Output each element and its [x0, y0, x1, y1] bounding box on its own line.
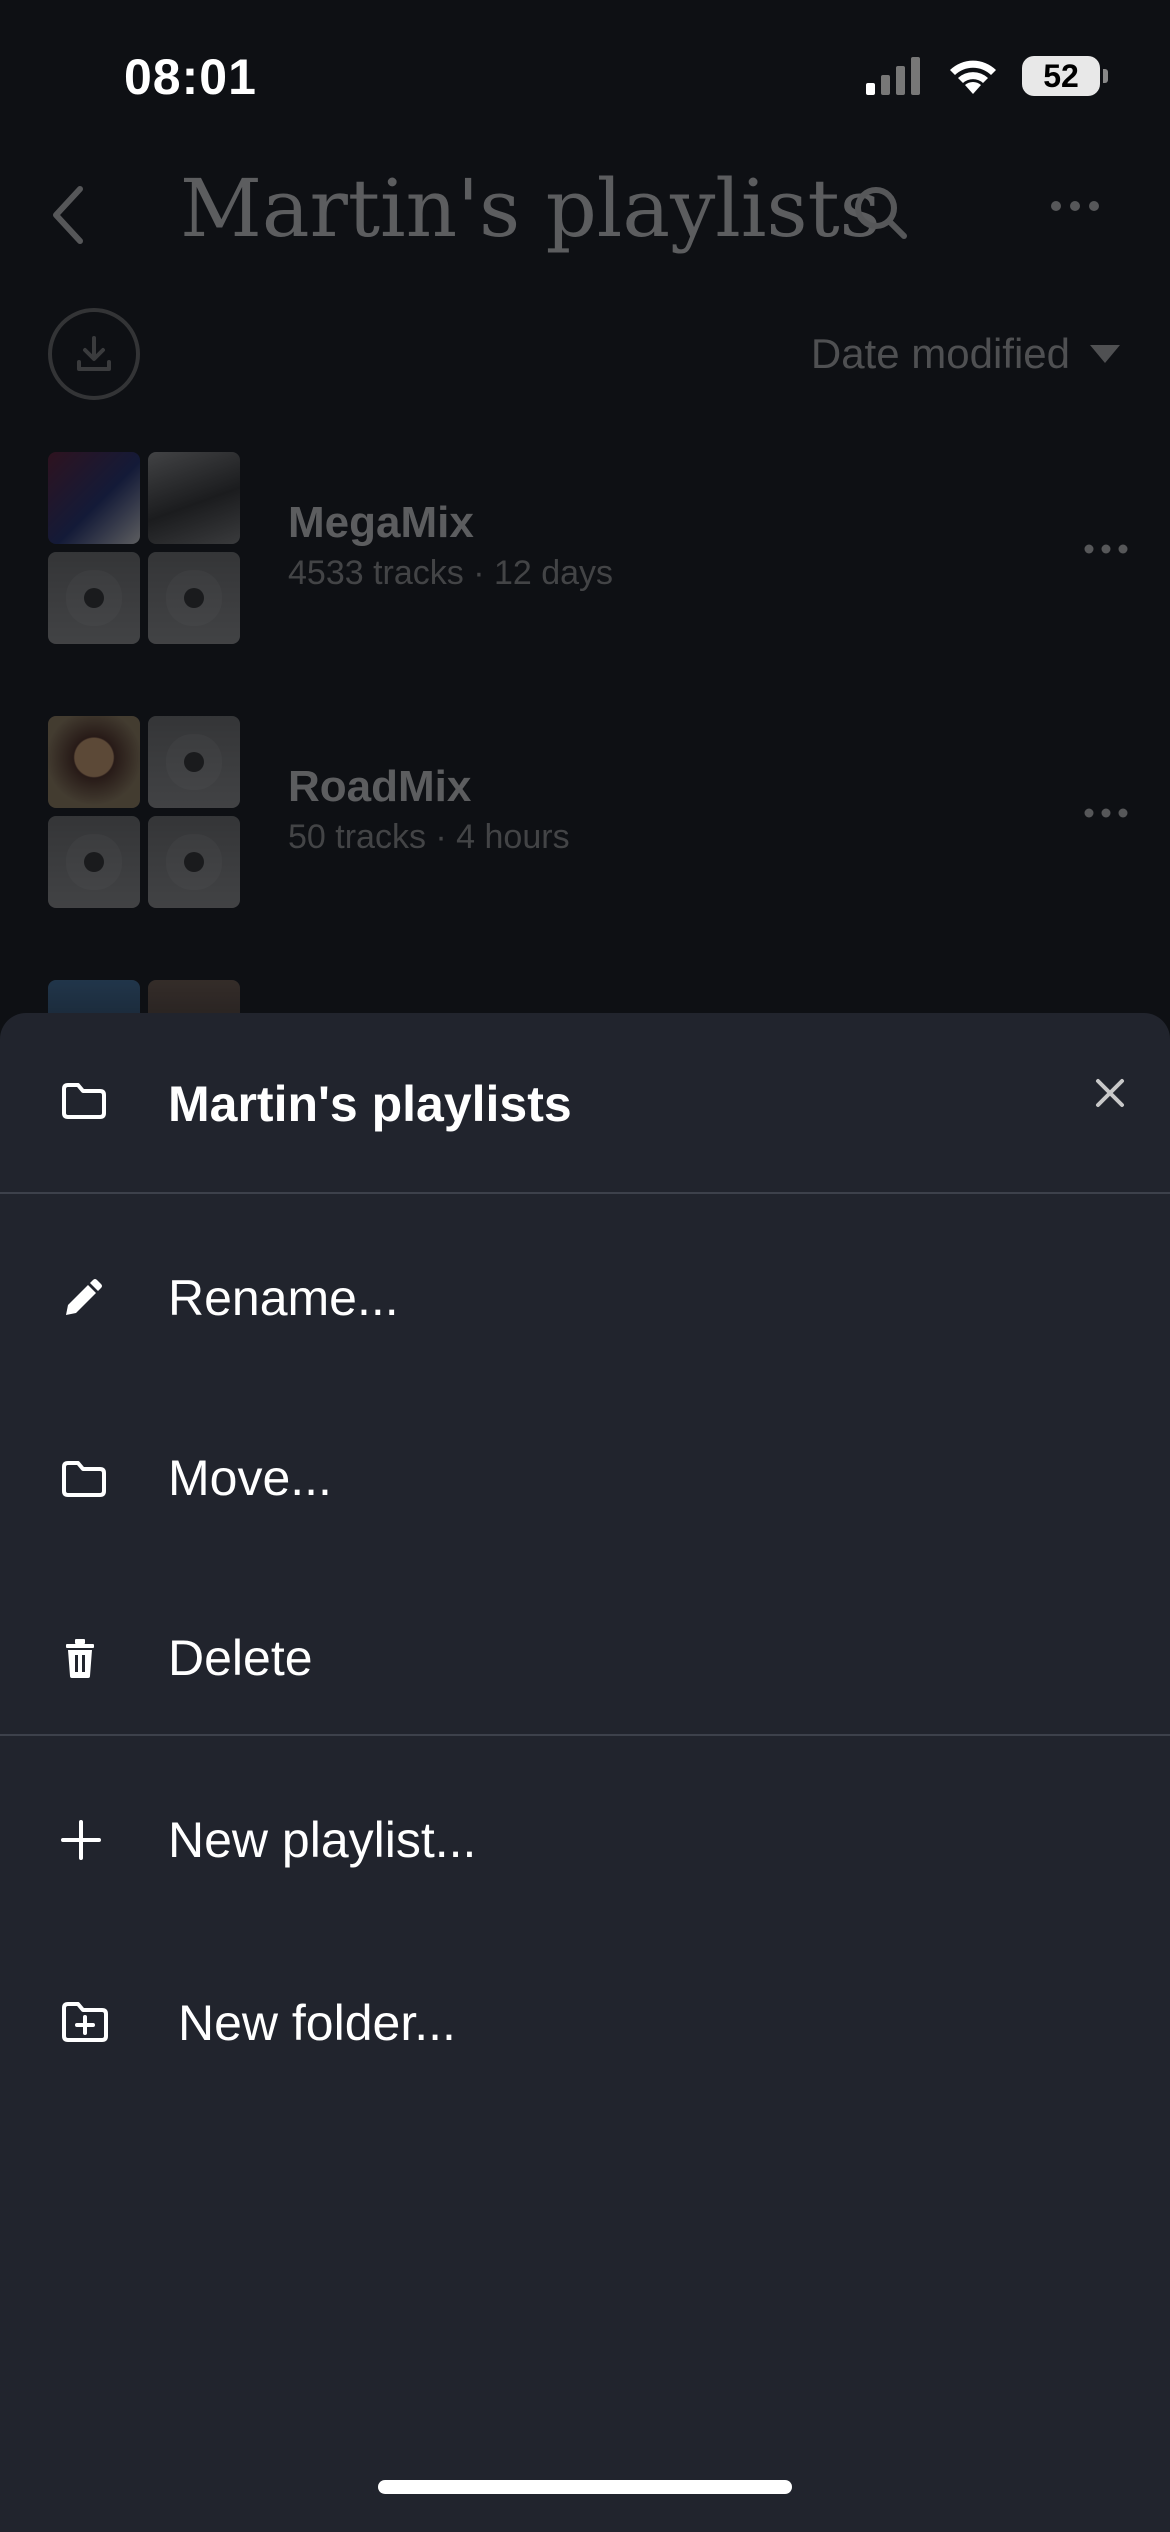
- album-art: [48, 716, 140, 808]
- pencil-icon: [66, 1279, 102, 1315]
- caret-down-icon: [1090, 345, 1120, 363]
- playlist-meta: 4533 tracks · 12 days: [288, 554, 614, 592]
- menu-label: Delete: [168, 1630, 313, 1686]
- playlist-row-roadmix[interactable]: RoadMix 50 tracks · 4 hours: [48, 716, 1128, 908]
- delete-option[interactable]: Delete: [0, 1583, 1170, 1733]
- sheet-header: Martin's playlists: [0, 1013, 1170, 1193]
- disc-placeholder-icon: [48, 816, 140, 908]
- status-icons: 52: [866, 56, 1108, 96]
- close-icon[interactable]: [1090, 1073, 1130, 1113]
- playlist-artwork: [48, 452, 240, 644]
- playlist-more-icon[interactable]: [1084, 808, 1128, 818]
- plus-icon: [61, 1820, 101, 1860]
- new-playlist-option[interactable]: New playlist...: [0, 1765, 1170, 1915]
- download-icon: [77, 336, 111, 371]
- wifi-icon: [950, 60, 996, 94]
- back-chevron-icon[interactable]: [50, 185, 86, 245]
- divider: [0, 1192, 1170, 1194]
- menu-label: Rename...: [168, 1270, 399, 1326]
- sort-label: Date modified: [810, 330, 1070, 377]
- album-art: [148, 452, 240, 544]
- album-art: [48, 452, 140, 544]
- menu-label: New playlist...: [168, 1812, 477, 1868]
- playlist-more-icon[interactable]: [1084, 544, 1128, 554]
- download-button[interactable]: [48, 308, 140, 400]
- disc-placeholder-icon: [48, 552, 140, 644]
- playlist-name: RoadMix: [288, 762, 472, 811]
- folder-icon: [62, 1083, 106, 1119]
- playlist-name: MegaMix: [288, 498, 474, 547]
- background-content: 08:01 52 Martin's playlists Date modifie…: [0, 0, 1170, 1072]
- folder-plus-icon: [62, 2002, 108, 2042]
- rename-option[interactable]: Rename...: [0, 1223, 1170, 1373]
- menu-label: New folder...: [178, 1995, 456, 2051]
- sheet-title: Martin's playlists: [168, 1076, 572, 1132]
- battery-icon: 52: [1022, 56, 1108, 96]
- header: Martin's playlists: [0, 150, 1170, 270]
- cellular-signal-icon: [866, 57, 920, 95]
- disc-placeholder-icon: [148, 816, 240, 908]
- menu-label: Move...: [168, 1450, 332, 1506]
- home-indicator[interactable]: [378, 2480, 792, 2494]
- sort-dropdown[interactable]: Date modified: [811, 330, 1120, 378]
- playlist-artwork: [48, 716, 240, 908]
- trash-icon: [66, 1639, 94, 1678]
- move-option[interactable]: Move...: [0, 1403, 1170, 1553]
- playlist-meta: 50 tracks · 4 hours: [288, 818, 570, 856]
- status-time: 08:01: [124, 49, 257, 105]
- divider: [0, 1734, 1170, 1736]
- new-folder-option[interactable]: New folder...: [0, 1948, 1170, 2098]
- folder-icon: [62, 1461, 106, 1497]
- screen: 08:01 52 Martin's playlists Date modifie…: [0, 0, 1170, 2532]
- disc-placeholder-icon: [148, 552, 240, 644]
- more-options-icon[interactable]: [1050, 200, 1100, 212]
- page-title: Martin's playlists: [180, 162, 881, 255]
- playlist-row-megamix[interactable]: MegaMix 4533 tracks · 12 days: [48, 452, 1128, 644]
- disc-placeholder-icon: [148, 716, 240, 808]
- search-icon[interactable]: [852, 184, 910, 242]
- action-sheet: Martin's playlists Rename... Move... Del…: [0, 1013, 1170, 2532]
